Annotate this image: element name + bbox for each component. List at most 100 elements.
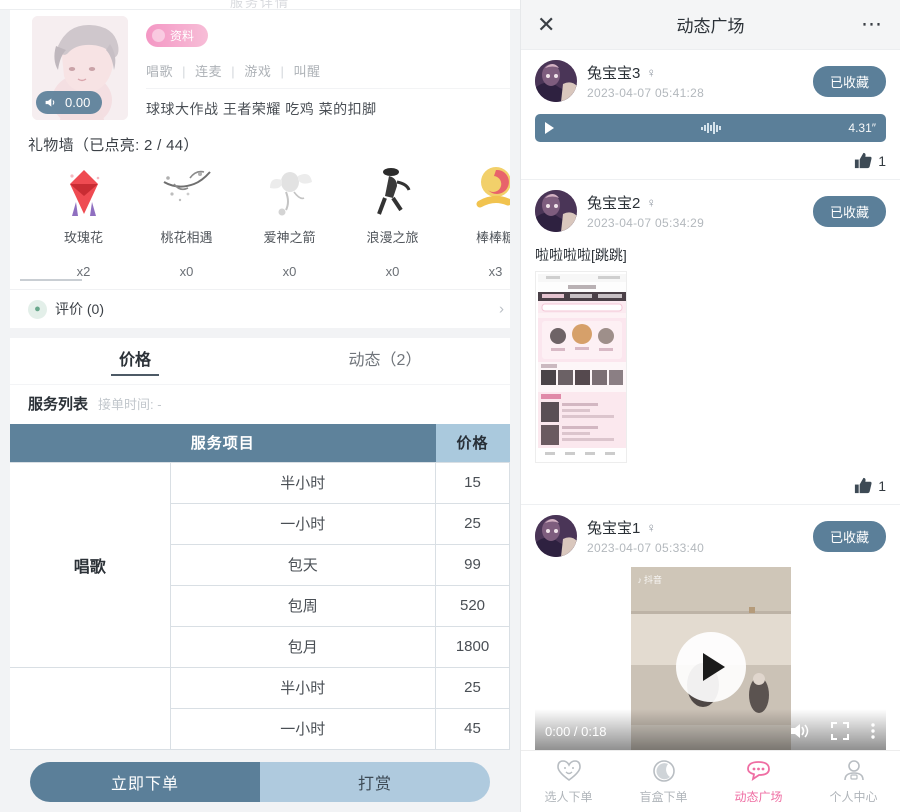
- like-count: 1: [878, 152, 886, 169]
- avatar[interactable]: [535, 515, 577, 557]
- service-price: 25: [435, 666, 510, 709]
- gift-item[interactable]: 玫瑰花 x2: [32, 163, 135, 279]
- thumbs-up-icon[interactable]: [853, 151, 872, 170]
- chevron-right-icon[interactable]: ›: [499, 301, 504, 318]
- close-icon[interactable]: ✕: [537, 13, 555, 36]
- female-icon: ♀: [646, 195, 657, 210]
- table-row[interactable]: 唱歌 半小时 15: [10, 461, 510, 668]
- col-price: 价格: [435, 424, 510, 462]
- tag-0: 唱歌: [146, 64, 174, 79]
- scroll-indicator[interactable]: [20, 279, 82, 281]
- table-row[interactable]: 半小时 25: [10, 666, 510, 750]
- gift-name: 玫瑰花: [63, 230, 103, 245]
- audio-player[interactable]: 4.31″: [535, 114, 886, 142]
- watermark-label: 抖音: [644, 575, 663, 585]
- thumbs-up-icon[interactable]: [853, 476, 872, 495]
- gift-item[interactable]: 浪漫之旅 x0: [341, 163, 444, 279]
- post-author-name: 兔宝宝1: [587, 520, 641, 537]
- profile-detail-panel: 服务详情 0.00 资料 唱歌 | 连麦 | 游戏 | 叫醒 球球大作战 王者荣…: [0, 0, 520, 812]
- kebab-menu-icon[interactable]: [870, 721, 876, 741]
- moon-icon: [651, 758, 677, 784]
- volume-icon[interactable]: [788, 721, 810, 741]
- post-time: 2023-04-07 05:34:29: [587, 216, 705, 230]
- post-author-name: 兔宝宝3: [587, 65, 641, 82]
- badge-dot-icon: [152, 29, 165, 42]
- gift-name: 爱神之箭: [263, 230, 316, 245]
- service-category: [10, 666, 171, 750]
- page-title: 动态广场: [676, 17, 745, 36]
- tab-label: 个人中心: [829, 790, 878, 804]
- play-icon[interactable]: [675, 632, 746, 702]
- avatar[interactable]: 0.00: [32, 16, 128, 120]
- tab-moments[interactable]: 动态（2）: [260, 338, 510, 384]
- more-dots-icon[interactable]: ⋯: [861, 14, 884, 35]
- play-icon[interactable]: [545, 122, 554, 134]
- gift-item[interactable]: 爱神之箭 x0: [238, 163, 341, 279]
- volume-pill[interactable]: 0.00: [36, 91, 103, 114]
- service-category: 唱歌: [10, 461, 171, 668]
- tab-price[interactable]: 价格: [10, 338, 260, 384]
- gift-count: x0: [179, 264, 194, 279]
- avatar-illustration-icon: [535, 190, 577, 232]
- left-topbar: 服务详情: [0, 0, 520, 10]
- fullscreen-icon[interactable]: [830, 721, 850, 741]
- post-item: 兔宝宝3 ♀ 2023-04-07 05:41:28 已收藏 4.31″ 1: [521, 50, 900, 180]
- like-count: 1: [878, 477, 886, 494]
- gift-wall-strip[interactable]: 玫瑰花 x2 桃花相遇 x0 爱神之箭 x0 浪漫之旅 x0 棒棒糖 x3: [10, 159, 510, 279]
- order-now-button[interactable]: 立即下单: [30, 762, 260, 802]
- post-meta: 兔宝宝2 ♀ 2023-04-07 05:34:29: [587, 192, 803, 230]
- gift-count: x0: [282, 264, 297, 279]
- service-price: 520: [435, 584, 510, 627]
- app-screenshot: 服务详情 0.00 资料 唱歌 | 连麦 | 游戏 | 叫醒 球球大作战 王者荣…: [0, 0, 900, 812]
- post-author-name: 兔宝宝2: [587, 195, 641, 212]
- gift-name: 桃花相遇: [160, 230, 213, 245]
- volume-value: 0.00: [65, 95, 91, 110]
- post-meta: 兔宝宝1 ♀ 2023-04-07 05:33:40: [587, 517, 803, 555]
- favorite-button[interactable]: 已收藏: [812, 65, 886, 97]
- gift-item[interactable]: 桃花相遇 x0: [135, 163, 238, 279]
- post-header: 兔宝宝1 ♀ 2023-04-07 05:33:40 已收藏: [535, 515, 886, 557]
- avatar-illustration-icon: [535, 515, 577, 557]
- favorite-button[interactable]: 已收藏: [812, 520, 886, 552]
- tab-label: 动态广场: [734, 790, 783, 804]
- moments-feed[interactable]: 兔宝宝3 ♀ 2023-04-07 05:41:28 已收藏 4.31″ 1 兔…: [521, 50, 900, 764]
- gift-count: x3: [488, 264, 503, 279]
- tab-blindbox-order[interactable]: 盲盒下单: [616, 751, 711, 812]
- favorite-button[interactable]: 已收藏: [812, 195, 886, 227]
- tab-label: 选人下单: [544, 790, 593, 804]
- gift-item[interactable]: 棒棒糖 x3: [444, 163, 510, 279]
- post-author: 兔宝宝2 ♀: [587, 192, 803, 213]
- gift-count: x0: [385, 264, 400, 279]
- review-label: 评价 (0): [55, 301, 104, 317]
- post-author: 兔宝宝1 ♀: [587, 517, 803, 538]
- review-row[interactable]: ● 评价 (0) ›: [10, 289, 510, 328]
- avatar[interactable]: [535, 60, 577, 102]
- video-control-buttons: [788, 721, 886, 741]
- left-scroll-area[interactable]: 0.00 资料 唱歌 | 连麦 | 游戏 | 叫醒 球球大作战 王者荣耀 吃鸡 …: [0, 10, 520, 812]
- tab-personal-center[interactable]: 个人中心: [806, 751, 900, 812]
- service-price: 1800: [435, 625, 510, 668]
- like-row[interactable]: 1: [535, 142, 886, 179]
- like-row[interactable]: 1: [535, 467, 886, 504]
- col-service-item: 服务项目: [10, 424, 436, 462]
- post-item: 兔宝宝1 ♀ 2023-04-07 05:33:40 已收藏 ♪ 抖音 0:00…: [521, 505, 900, 764]
- avatar[interactable]: [535, 190, 577, 232]
- tag-1: 连麦: [195, 64, 223, 79]
- left-action-bar: 立即下单 打赏: [0, 752, 520, 812]
- tab-moments-square[interactable]: 动态广场: [711, 751, 806, 812]
- cupid-arrow-gift-icon: [238, 163, 341, 221]
- service-price: 15: [435, 461, 510, 504]
- tab-select-order[interactable]: 选人下单: [521, 751, 616, 812]
- service-item: 半小时: [169, 666, 436, 709]
- female-icon: ♀: [646, 65, 657, 80]
- tag-sep: |: [182, 64, 187, 79]
- gift-count: x2: [76, 264, 91, 279]
- audio-duration: 4.31″: [848, 121, 876, 135]
- chat-bubble-icon: [745, 758, 772, 784]
- post-image[interactable]: [535, 271, 627, 463]
- tip-button[interactable]: 打赏: [260, 762, 490, 802]
- profile-description: 球球大作战 王者荣耀 吃鸡 菜的扣脚: [146, 101, 377, 117]
- status-badge[interactable]: 资料: [146, 24, 209, 47]
- review-icon: ●: [28, 299, 47, 319]
